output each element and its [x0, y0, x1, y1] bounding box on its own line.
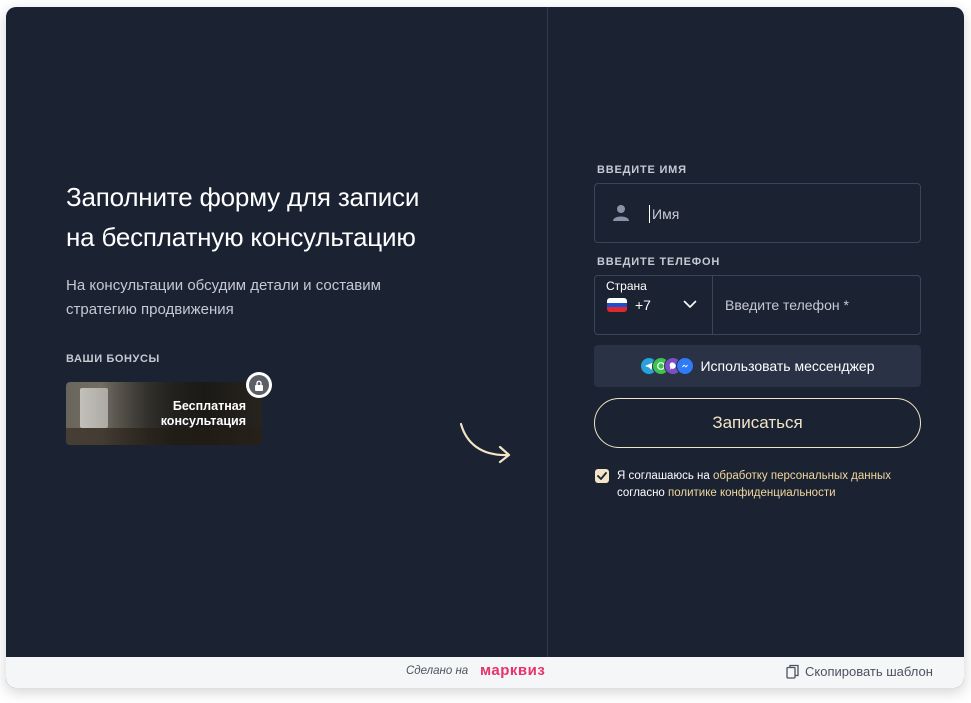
lock-icon — [249, 375, 269, 395]
footer-bar: Сделано на марквиз Скопировать шаблон — [6, 657, 964, 688]
chevron-down-icon — [683, 300, 697, 308]
privacy-policy-link[interactable]: политике конфиденциальности — [668, 487, 836, 499]
copy-icon — [786, 664, 799, 679]
country-code: +7 — [635, 297, 651, 313]
personal-data-link[interactable]: обработку персональных данных — [713, 470, 891, 482]
text-cursor — [649, 205, 650, 223]
bonus-title: Бесплатная консультация — [136, 399, 246, 429]
russia-flag-icon — [607, 298, 627, 312]
country-select[interactable]: Страна +7 — [595, 276, 713, 334]
phone-field: Страна +7 Введите телефон * — [594, 275, 921, 335]
page-subtitle: На консультации обсудим детали и состави… — [66, 274, 466, 322]
consent-middle: согласно — [617, 487, 665, 499]
consent-checkbox[interactable] — [595, 469, 609, 483]
messenger-icon — [676, 357, 695, 375]
made-with-label: Сделано на — [406, 665, 469, 677]
name-label: ВВЕДИТЕ ИМЯ — [597, 164, 687, 176]
title-line-1: Заполните форму для записи — [66, 182, 420, 212]
lock-badge — [246, 372, 272, 398]
brand-link[interactable]: марквиз — [480, 662, 545, 679]
country-label: Страна — [606, 279, 647, 293]
name-placeholder: Имя — [652, 206, 680, 222]
phone-input[interactable]: Введите телефон * — [725, 297, 849, 313]
messenger-icons — [640, 357, 695, 375]
copy-template-label: Скопировать шаблон — [805, 664, 933, 679]
bonus-title-line-1: Бесплатная — [172, 399, 246, 413]
user-icon — [613, 205, 629, 221]
bonus-label: ВАШИ БОНУСЫ — [66, 353, 160, 365]
curved-arrow-icon — [459, 422, 511, 464]
copy-template-button[interactable]: Скопировать шаблон — [786, 664, 933, 679]
form-panel: ВВЕДИТЕ ИМЯ Имя ВВЕДИТЕ ТЕЛЕФОН Страна +… — [549, 7, 964, 657]
subtitle-line-1: На консультации обсудим детали и состави… — [66, 277, 381, 294]
messenger-label: Использовать мессенджер — [700, 358, 875, 374]
intro-panel: Заполните форму для записи на бесплатную… — [6, 7, 548, 657]
phone-label: ВВЕДИТЕ ТЕЛЕФОН — [597, 256, 721, 268]
bonus-card-consultation[interactable]: Бесплатная консультация — [66, 382, 262, 445]
bonus-title-line-2: консультация — [160, 414, 246, 428]
check-icon — [597, 472, 607, 480]
title-line-2: на бесплатную консультацию — [66, 222, 416, 252]
submit-button[interactable]: Записаться — [594, 398, 921, 448]
page-title: Заполните форму для записи на бесплатную… — [66, 177, 506, 257]
use-messenger-button[interactable]: Использовать мессенджер — [594, 345, 921, 387]
consent-text: Я соглашаюсь на обработку персональных д… — [617, 468, 927, 502]
subtitle-line-2: стратегию продвижения — [66, 301, 234, 318]
consent-prefix: Я соглашаюсь на — [617, 470, 710, 482]
name-input[interactable]: Имя — [594, 183, 921, 243]
quiz-card: Заполните форму для записи на бесплатную… — [6, 7, 964, 688]
